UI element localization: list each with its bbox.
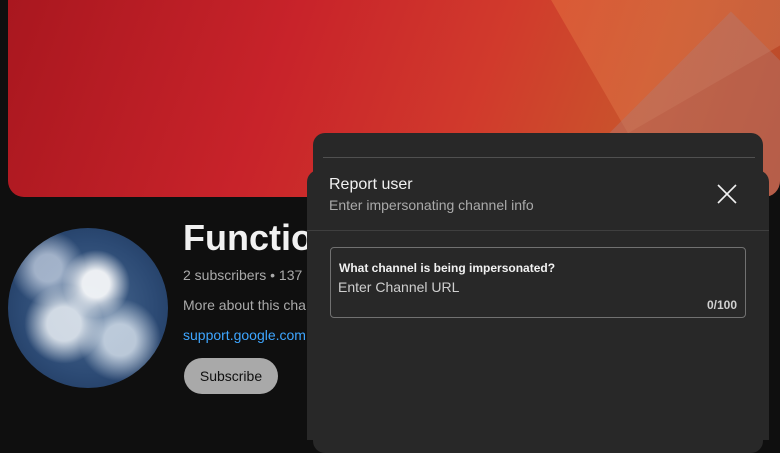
- channel-url-input[interactable]: [338, 277, 698, 297]
- channel-about-link[interactable]: More about this cha: [183, 297, 306, 313]
- channel-avatar[interactable]: [8, 228, 168, 388]
- divider: [307, 230, 769, 231]
- report-user-dialog: Report user Enter impersonating channel …: [307, 170, 769, 440]
- subscribe-button[interactable]: Subscribe: [184, 358, 278, 394]
- impersonated-channel-field: What channel is being impersonated? 0/10…: [330, 247, 746, 318]
- dialog-title: Report user: [329, 176, 413, 193]
- channel-meta: 2 subscribers • 137: [183, 267, 303, 283]
- divider: [323, 157, 755, 158]
- character-counter: 0/100: [706, 298, 737, 312]
- dialog-subtitle: Enter impersonating channel info: [329, 197, 534, 213]
- channel-external-link[interactable]: support.google.com: [183, 327, 306, 343]
- close-icon[interactable]: [713, 180, 741, 208]
- field-label: What channel is being impersonated?: [339, 261, 556, 275]
